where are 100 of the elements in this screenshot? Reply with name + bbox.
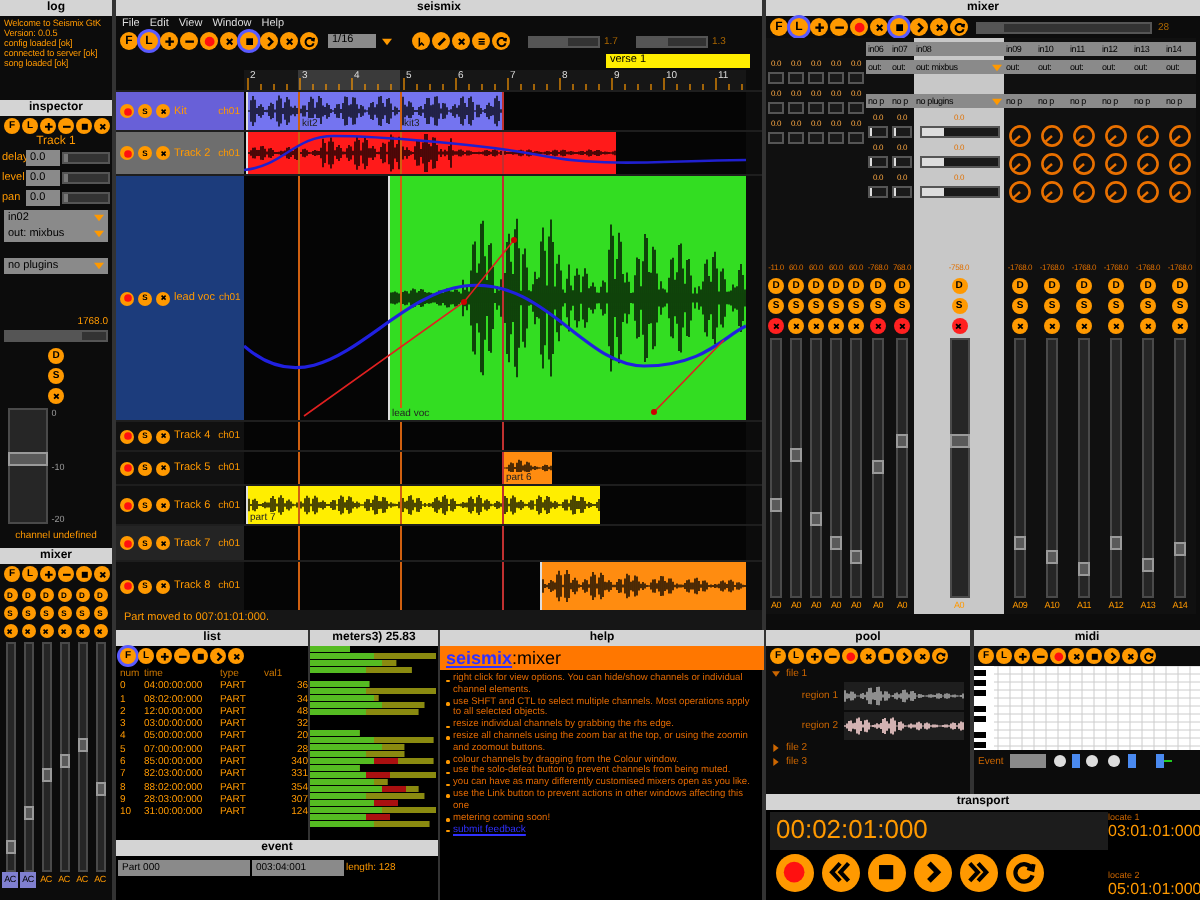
add-button[interactable] <box>160 32 178 50</box>
rewind-button[interactable] <box>822 853 860 891</box>
add-button[interactable] <box>40 566 56 582</box>
fader-thumb[interactable] <box>850 549 862 564</box>
stop-button[interactable] <box>240 32 258 50</box>
mute-button[interactable] <box>788 318 804 334</box>
fader-thumb[interactable] <box>8 452 48 467</box>
pointer-button[interactable] <box>412 32 430 50</box>
play-button[interactable] <box>910 18 928 36</box>
play-button[interactable] <box>1104 648 1120 664</box>
mute-button[interactable] <box>768 318 784 334</box>
add-button[interactable] <box>806 648 822 664</box>
mute-button[interactable] <box>808 318 824 334</box>
mute-button[interactable] <box>39 624 53 638</box>
send-slider[interactable] <box>892 186 912 198</box>
fader-thumb[interactable] <box>5 839 15 854</box>
mute-button[interactable] <box>1044 318 1060 334</box>
remove-button[interactable] <box>174 648 190 664</box>
fader-thumb[interactable] <box>770 498 782 513</box>
loop-button[interactable] <box>950 18 968 36</box>
close-button[interactable] <box>1122 648 1138 664</box>
mute-button[interactable] <box>156 536 170 550</box>
stop-button[interactable] <box>878 648 894 664</box>
close-button[interactable] <box>914 648 930 664</box>
pencil-button[interactable] <box>432 32 450 50</box>
list-button[interactable] <box>472 32 490 50</box>
add-button[interactable] <box>1014 648 1030 664</box>
loop-button[interactable] <box>300 32 318 50</box>
record-button[interactable] <box>842 648 858 664</box>
send-slider[interactable] <box>892 156 912 168</box>
param-slider[interactable] <box>62 172 110 184</box>
fader-thumb[interactable] <box>1110 536 1122 551</box>
play-button[interactable] <box>260 32 278 50</box>
mute-button[interactable] <box>1076 318 1092 334</box>
send-slider[interactable] <box>919 156 999 168</box>
stop-button[interactable] <box>868 853 906 891</box>
fader-thumb[interactable] <box>1174 541 1186 556</box>
remove-button[interactable] <box>824 648 840 664</box>
add-button[interactable] <box>810 18 828 36</box>
record-button[interactable] <box>1050 648 1066 664</box>
fader-thumb[interactable] <box>41 767 51 782</box>
fader-thumb[interactable] <box>77 737 87 752</box>
mute-button[interactable] <box>3 624 17 638</box>
close-button[interactable] <box>452 32 470 50</box>
close-button[interactable] <box>860 648 876 664</box>
fader-thumb[interactable] <box>1046 549 1058 564</box>
fader-thumb[interactable] <box>810 511 822 526</box>
stop-button[interactable] <box>192 648 208 664</box>
record-button[interactable] <box>120 429 134 443</box>
mute-button[interactable] <box>870 318 886 334</box>
mute-button[interactable] <box>75 624 89 638</box>
close-button[interactable] <box>94 118 110 134</box>
stop-button[interactable] <box>1086 648 1102 664</box>
mute-button[interactable] <box>1012 318 1028 334</box>
record-button[interactable] <box>120 461 134 475</box>
remove-button[interactable] <box>58 566 74 582</box>
send-slider[interactable] <box>919 126 999 138</box>
close-button[interactable] <box>870 18 888 36</box>
record-button[interactable] <box>200 32 218 50</box>
mute-button[interactable] <box>156 498 170 512</box>
mute-button[interactable] <box>48 388 64 404</box>
fader-thumb[interactable] <box>1142 557 1154 572</box>
fader-thumb[interactable] <box>59 753 69 768</box>
mute-button[interactable] <box>1140 318 1156 334</box>
fader-thumb[interactable] <box>23 805 33 820</box>
play-button[interactable] <box>896 648 912 664</box>
mute-button[interactable] <box>156 579 170 593</box>
fader-thumb[interactable] <box>872 460 884 474</box>
remove-button[interactable] <box>180 32 198 50</box>
mute-button[interactable] <box>951 318 967 334</box>
record-button[interactable] <box>850 18 868 36</box>
mute-button[interactable] <box>156 291 170 305</box>
fader-thumb[interactable] <box>95 782 105 797</box>
mute-button[interactable] <box>1172 318 1188 334</box>
mute-button[interactable] <box>1108 318 1124 334</box>
mute-button[interactable] <box>848 318 864 334</box>
fader-thumb[interactable] <box>1014 536 1026 551</box>
mute-button[interactable] <box>21 624 35 638</box>
fader-thumb[interactable] <box>1078 562 1090 577</box>
fader-thumb[interactable] <box>830 536 842 551</box>
send-slider[interactable] <box>868 186 888 198</box>
stop-button[interactable] <box>890 18 908 36</box>
mute-button[interactable] <box>156 429 170 443</box>
loop-button[interactable] <box>1140 648 1156 664</box>
close-button[interactable] <box>930 18 948 36</box>
loop-button[interactable] <box>1006 853 1044 891</box>
close-button[interactable] <box>1068 648 1084 664</box>
mute-button[interactable] <box>828 318 844 334</box>
fader-thumb[interactable] <box>949 434 969 449</box>
zoom-slider[interactable] <box>976 21 1152 33</box>
add-button[interactable] <box>156 648 172 664</box>
fast-forward-button[interactable] <box>960 853 998 891</box>
send-slider[interactable] <box>919 186 999 198</box>
record-button[interactable] <box>120 291 134 305</box>
play-button[interactable] <box>914 853 952 891</box>
waveform-thumbnail[interactable] <box>844 682 964 710</box>
caret-down-icon[interactable] <box>772 670 780 678</box>
mute-button[interactable] <box>93 624 107 638</box>
mute-button[interactable] <box>156 104 170 118</box>
zoom-slider[interactable] <box>528 35 600 47</box>
